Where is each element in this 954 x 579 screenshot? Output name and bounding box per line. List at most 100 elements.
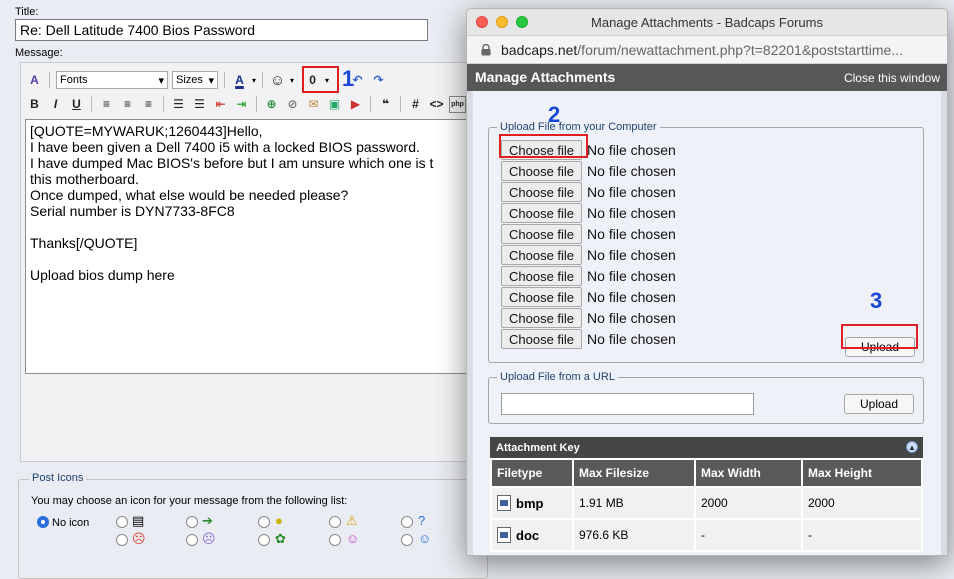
angry-face-icon: ☹: [132, 531, 146, 546]
smilies-icon[interactable]: ☺: [269, 72, 286, 89]
thumbs-up-icon: ✿: [275, 531, 286, 546]
question-icon: ?: [418, 513, 426, 528]
image-icon[interactable]: ▣: [326, 96, 343, 113]
chevron-down-icon: ▾: [208, 74, 214, 87]
choose-file-button[interactable]: Choose file: [501, 224, 583, 244]
ordered-list-icon[interactable]: ☰: [170, 96, 187, 113]
unlink-icon[interactable]: ⊘: [284, 96, 301, 113]
upload-highlight-box: [841, 324, 918, 349]
no-file-chosen-label: No file chosen: [587, 163, 676, 179]
remove-format-icon[interactable]: A: [26, 72, 43, 89]
radio-lightbulb-icon[interactable]: [258, 516, 270, 528]
radio-angry-face-icon[interactable]: [116, 534, 128, 546]
size-select[interactable]: Sizes ▾: [172, 71, 218, 89]
filetype-cell: bmp: [516, 495, 544, 511]
align-right-icon[interactable]: ≡: [140, 96, 157, 113]
height-cell: -: [803, 520, 921, 550]
warning-icon: ⚠: [346, 513, 358, 528]
font-select[interactable]: Fonts ▾: [56, 71, 168, 89]
step-2-label: 2: [548, 102, 561, 127]
step-3-label: 3: [870, 288, 883, 313]
underline-icon[interactable]: U: [68, 96, 85, 113]
attachment-key-table: Filetype Max Filesize Max Width Max Heig…: [490, 458, 923, 552]
file-row: Choose file No file chosen: [501, 203, 676, 223]
attachment-highlight-box: [302, 66, 339, 93]
window-titlebar: Manage Attachments - Badcaps Forums: [467, 9, 947, 36]
email-link-icon[interactable]: ✉: [305, 96, 322, 113]
sad-face-icon: ☹: [202, 531, 216, 546]
attachment-key-header: Attachment Key ▲: [490, 437, 923, 458]
choose-file-button[interactable]: Choose file: [501, 245, 583, 265]
upload-computer-legend: Upload File from your Computer: [497, 121, 660, 133]
filetype-cell: doc: [516, 527, 540, 543]
html-icon[interactable]: <>: [428, 96, 445, 113]
radio-arrow-right-icon[interactable]: [186, 516, 198, 528]
radio-wink-face-icon[interactable]: [401, 534, 413, 546]
choose-file-button[interactable]: Choose file: [501, 203, 583, 223]
radio-sad-face-icon[interactable]: [186, 534, 198, 546]
editor-toolbar-row-2: B I U ≡ ≡ ≡ ☰ ☰ ⇤ ⇥ ⊕ ⊘ ✉ ▣ ▶ ❝ # <> php: [26, 93, 466, 115]
chevron-down-icon[interactable]: ▾: [252, 76, 256, 85]
chevron-down-icon[interactable]: ▾: [290, 76, 294, 85]
address-bar[interactable]: badcaps.net/forum/newattachment.php?t=82…: [467, 36, 947, 64]
url-path: /forum/newattachment.php?t=82201&poststa…: [577, 42, 903, 58]
radio-question-icon[interactable]: [401, 516, 413, 528]
indent-icon[interactable]: ⇥: [233, 96, 250, 113]
choose-file-button[interactable]: Choose file: [501, 161, 583, 181]
collapse-icon[interactable]: ▲: [906, 441, 918, 453]
title-input[interactable]: Re: Dell Latitude 7400 Bios Password: [15, 19, 428, 41]
column-header: Max Filesize: [574, 460, 694, 486]
align-center-icon[interactable]: ≡: [119, 96, 136, 113]
no-file-chosen-label: No file chosen: [587, 310, 676, 326]
title-label: Title:: [15, 6, 39, 18]
align-left-icon[interactable]: ≡: [98, 96, 115, 113]
chevron-down-icon: ▾: [158, 74, 164, 87]
code-icon[interactable]: #: [407, 96, 424, 113]
radio-no-icon[interactable]: [37, 516, 49, 528]
url-input[interactable]: [501, 393, 754, 415]
bold-icon[interactable]: B: [26, 96, 43, 113]
no-file-chosen-label: No file chosen: [587, 205, 676, 221]
italic-icon[interactable]: I: [47, 96, 64, 113]
link-icon[interactable]: ⊕: [263, 96, 280, 113]
attachment-key: Attachment Key ▲ Filetype Max Filesize M…: [490, 437, 923, 552]
choose-file-button[interactable]: Choose file: [501, 308, 583, 328]
column-header: Filetype: [492, 460, 572, 486]
message-textarea[interactable]: [QUOTE=MYWARUK;1260443]Hello, I have bee…: [25, 119, 475, 374]
php-icon[interactable]: php: [449, 95, 466, 113]
page-title: Manage Attachments: [475, 69, 616, 85]
choose-file-button[interactable]: Choose file: [501, 329, 583, 349]
no-file-chosen-label: No file chosen: [587, 331, 676, 347]
no-file-chosen-label: No file chosen: [587, 289, 676, 305]
radio-smile-face-icon[interactable]: [329, 534, 341, 546]
radio-document-icon[interactable]: [116, 516, 128, 528]
choose-file-button[interactable]: Choose file: [501, 182, 583, 202]
font-select-label: Fonts: [60, 74, 88, 86]
no-file-chosen-label: No file chosen: [587, 268, 676, 284]
quote-icon[interactable]: ❝: [377, 96, 394, 113]
message-editor: A Fonts ▾ Sizes ▾ A ▾ ☺ ▾ 0 ▾ ↶ ↷ B I U ≡ …: [20, 62, 480, 462]
height-cell: 2000: [803, 488, 921, 518]
table-row: bmp 1.91 MB 2000 2000: [492, 488, 921, 518]
close-this-window-link[interactable]: Close this window: [844, 71, 940, 85]
radio-thumbs-up-icon[interactable]: [258, 534, 270, 546]
file-row: Choose file No file chosen: [501, 287, 676, 307]
url-host: badcaps.net: [501, 42, 578, 58]
outdent-icon[interactable]: ⇤: [212, 96, 229, 113]
step-1-label: 1: [342, 66, 355, 91]
url-upload-button[interactable]: Upload: [844, 394, 914, 414]
video-icon[interactable]: ▶: [347, 96, 364, 113]
choose-file-button[interactable]: Choose file: [501, 287, 583, 307]
file-row: Choose file No file chosen: [501, 329, 676, 349]
redo-icon[interactable]: ↷: [370, 72, 387, 89]
unordered-list-icon[interactable]: ☰: [191, 96, 208, 113]
file-row: Choose file No file chosen: [501, 224, 676, 244]
radio-warning-icon[interactable]: [329, 516, 341, 528]
width-cell: -: [696, 520, 801, 550]
font-color-icon[interactable]: A: [231, 72, 248, 89]
file-row: Choose file No file chosen: [501, 266, 676, 286]
doc-file-icon: [497, 527, 511, 543]
url-text: badcaps.net/forum/newattachment.php?t=82…: [501, 42, 903, 58]
filesize-cell: 1.91 MB: [574, 488, 694, 518]
choose-file-button[interactable]: Choose file: [501, 266, 583, 286]
